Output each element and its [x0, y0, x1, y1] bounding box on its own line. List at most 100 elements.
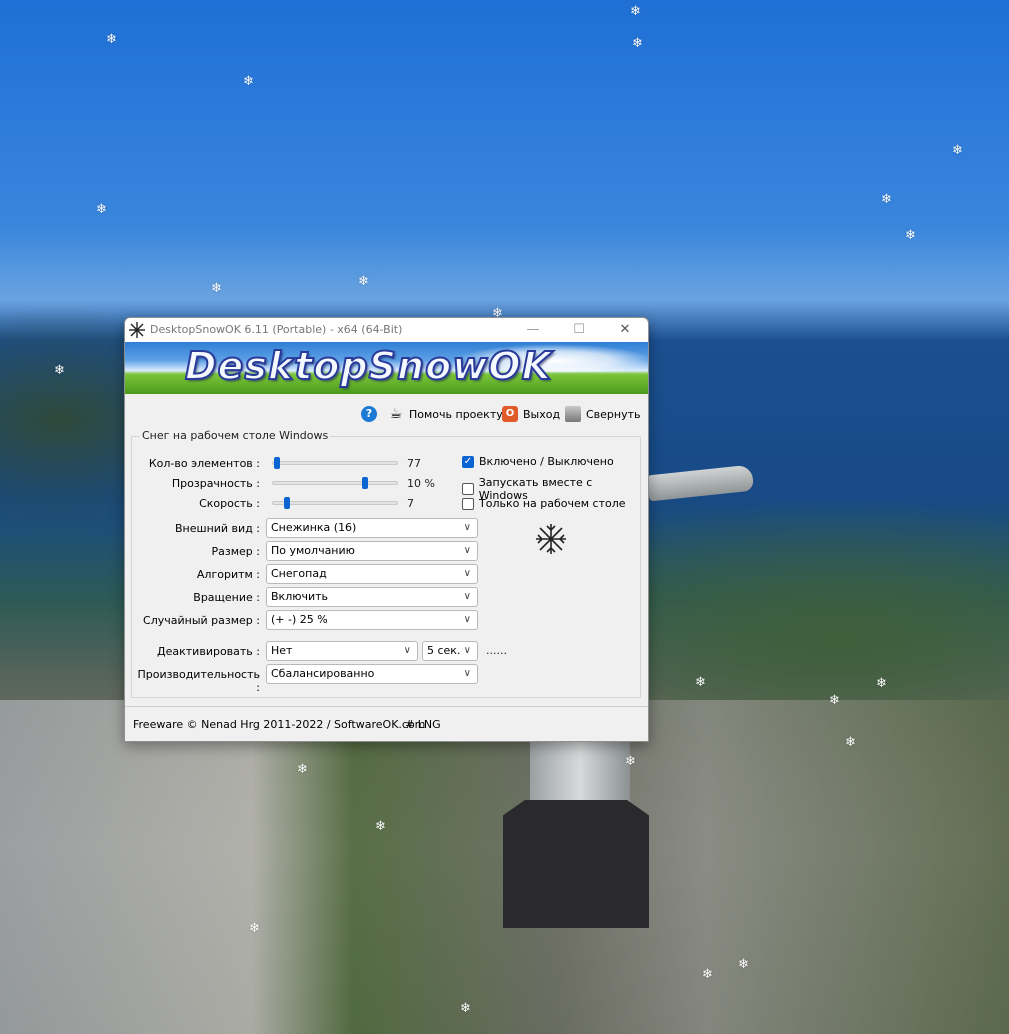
count-slider-thumb[interactable]	[274, 457, 281, 469]
rotation-value: Включить	[271, 590, 329, 603]
exit-label: Выход	[523, 407, 561, 421]
app-banner: DesktopSnowOK	[125, 342, 648, 394]
autostart-checkbox-box[interactable]	[462, 483, 474, 495]
random-size-select[interactable]: (+ -) 25 % ∨	[266, 610, 478, 630]
snowflake-icon: ❄	[54, 363, 65, 378]
appearance-label: Внешний вид :	[175, 522, 260, 535]
title-bar[interactable]: DesktopSnowOK 6.11 (Portable) - x64 (64-…	[125, 318, 648, 342]
snowflake-icon: ❄	[106, 32, 117, 47]
snowflake-icon: ❄	[243, 74, 254, 89]
help-button[interactable]: ?	[361, 404, 377, 424]
transparency-slider-thumb[interactable]	[362, 477, 368, 489]
chevron-down-icon: ∨	[463, 614, 471, 625]
minimize-app-button[interactable]: Свернуть	[565, 404, 641, 424]
donate-button[interactable]: ☕ Помочь проекту	[388, 404, 503, 424]
deactivate-value: Нет	[271, 644, 293, 657]
snowflake-preview-icon	[536, 524, 566, 554]
minimize-window-button[interactable]: —	[510, 318, 556, 342]
enable-checkbox-box[interactable]: ✓	[462, 455, 474, 468]
snowflake-icon: ❄	[297, 762, 308, 777]
speed-label: Скорость :	[199, 497, 260, 510]
banner-logo-text: DesktopSnowOK	[184, 343, 553, 389]
speed-value: 7	[407, 497, 414, 510]
deactivate-label: Деактивировать :	[157, 645, 260, 658]
chevron-down-icon: ∨	[463, 668, 471, 679]
random-size-label: Случайный размер :	[143, 614, 260, 627]
exit-button[interactable]: O Выход	[502, 404, 560, 424]
coffee-cup-icon: ☕	[389, 406, 403, 422]
snowflake-icon: ❄	[625, 754, 636, 769]
snowflake-icon: ❄	[695, 675, 706, 690]
algorithm-value: Снегопад	[271, 567, 327, 580]
size-value: По умолчанию	[271, 544, 355, 557]
deactivate-interval-select[interactable]: 5 сек. ∨	[422, 641, 478, 661]
rotation-select[interactable]: Включить ∨	[266, 587, 478, 607]
enable-checkbox[interactable]: ✓ Включено / Выключено	[462, 455, 614, 468]
desktop-only-checkbox-label: Только на рабочем столе	[479, 497, 626, 510]
snowflake-icon: ❄	[905, 228, 916, 243]
transparency-value: 10 %	[407, 477, 435, 490]
snowflake-icon: ❄	[460, 1001, 471, 1016]
chevron-down-icon: ∨	[403, 645, 411, 656]
snowflake-icon: ❄	[738, 957, 749, 972]
chevron-down-icon: ∨	[463, 591, 471, 602]
appearance-select[interactable]: Снежинка (16) ∨	[266, 518, 478, 538]
transparency-label: Прозрачность :	[171, 477, 260, 490]
desktop-only-checkbox[interactable]: Только на рабочем столе	[462, 497, 626, 510]
rotation-label: Вращение :	[193, 591, 260, 604]
count-value: 77	[407, 457, 421, 470]
snowflake-icon: ❄	[375, 819, 386, 834]
performance-label: Производительность :	[137, 668, 261, 694]
deactivate-select[interactable]: Нет ∨	[266, 641, 418, 661]
chevron-down-icon: ∨	[463, 545, 471, 556]
maximize-window-button[interactable]: ☐	[556, 318, 602, 342]
chevron-down-icon: ∨	[463, 645, 471, 656]
desktop-only-checkbox-box[interactable]	[462, 497, 474, 510]
deactivate-dots: ......	[486, 644, 507, 657]
snowflake-icon: ❄	[96, 202, 107, 217]
snowflake-icon: ❄	[249, 921, 260, 936]
exit-icon: O	[502, 406, 518, 422]
window-title: DesktopSnowOK 6.11 (Portable) - x64 (64-…	[150, 323, 403, 336]
app-window: DesktopSnowOK 6.11 (Portable) - x64 (64-…	[124, 317, 649, 742]
algorithm-label: Алгоритм :	[196, 568, 260, 581]
snowflake-icon: ❄	[702, 967, 713, 982]
appearance-value: Снежинка (16)	[271, 521, 357, 534]
snowflake-icon: ❄	[845, 735, 856, 750]
snowflake-icon: ❄	[358, 274, 369, 289]
toolbar: ? ☕ Помочь проекту O Выход Свернуть	[125, 404, 648, 424]
language-link[interactable]: # LNG	[405, 718, 441, 731]
speed-slider[interactable]	[272, 501, 398, 505]
snowflake-icon: ❄	[952, 143, 963, 158]
deactivate-interval-value: 5 сек.	[427, 644, 461, 657]
transparency-slider[interactable]	[272, 481, 398, 485]
snowflake-icon: ❄	[630, 4, 641, 19]
count-label: Кол-во элементов :	[148, 457, 260, 470]
performance-value: Сбалансированно	[271, 667, 375, 680]
snowflake-icon: ❄	[876, 676, 887, 691]
help-icon: ?	[361, 406, 377, 422]
footer-divider	[125, 706, 648, 707]
statue-base	[503, 800, 649, 928]
size-select[interactable]: По умолчанию ∨	[266, 541, 478, 561]
footer-copyright[interactable]: Freeware © Nenad Hrg 2011-2022 / Softwar…	[133, 718, 425, 731]
snow-settings-group: Снег на рабочем столе Windows Кол-во эле…	[131, 429, 641, 698]
random-size-value: (+ -) 25 %	[271, 613, 328, 626]
snowflake-icon: ❄	[829, 693, 840, 708]
algorithm-select[interactable]: Снегопад ∨	[266, 564, 478, 584]
size-label: Размер :	[211, 545, 260, 558]
group-title: Снег на рабочем столе Windows	[140, 429, 331, 442]
donate-label: Помочь проекту	[409, 407, 503, 421]
minimize-icon	[565, 406, 581, 422]
speed-slider-thumb[interactable]	[284, 497, 290, 509]
count-slider[interactable]	[272, 461, 398, 465]
minimize-label: Свернуть	[586, 407, 641, 421]
snowflake-icon: ❄	[211, 281, 222, 296]
snowflake-icon: ❄	[881, 192, 892, 207]
snowflake-icon: ❄	[632, 36, 643, 51]
performance-select[interactable]: Сбалансированно ∨	[266, 664, 478, 684]
app-snowflake-icon	[129, 322, 145, 338]
enable-checkbox-label: Включено / Выключено	[479, 455, 614, 468]
close-window-button[interactable]: ✕	[602, 318, 648, 342]
chevron-down-icon: ∨	[463, 568, 471, 579]
